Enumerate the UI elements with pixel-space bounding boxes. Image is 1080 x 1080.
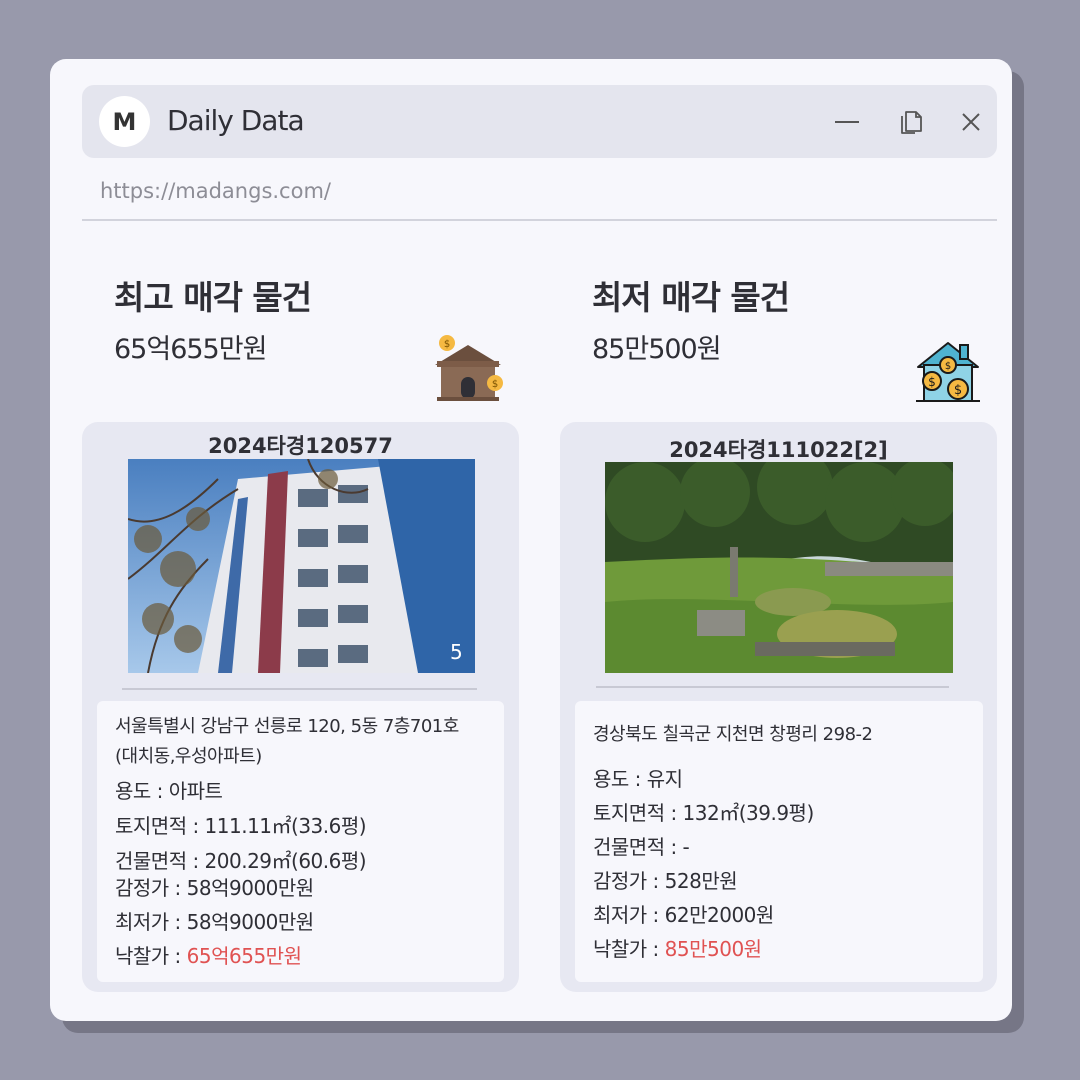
- app-logo: M: [99, 96, 150, 147]
- lowest-property-card[interactable]: 2024타경111022[2] 경상북도 칠곡군 지천면 창평리 298-2 용…: [560, 422, 997, 992]
- case-number: 2024타경120577: [208, 434, 393, 458]
- svg-text:$: $: [928, 375, 936, 389]
- winning-bid-label: 낙찰가 :: [115, 944, 187, 968]
- svg-text:$: $: [492, 379, 498, 390]
- winning-bid-value: 85만500원: [664, 937, 762, 961]
- card-divider: [122, 688, 477, 690]
- address-line-1: 서울특별시 강남구 선릉로 120, 5동 7층701호: [115, 716, 459, 737]
- appraisal-text: 감정가 : 528만원: [593, 869, 738, 893]
- minimum-price-text: 최저가 : 62만2000원: [593, 903, 774, 927]
- winning-bid-label: 낙찰가 :: [593, 937, 665, 961]
- winning-bid-value: 65억655만원: [186, 944, 302, 968]
- land-area-text: 토지면적 : 132㎡(39.9평): [593, 801, 814, 825]
- house-coins-icon: $ $: [435, 335, 503, 401]
- app-title: Daily Data: [167, 104, 305, 137]
- close-icon: [962, 113, 980, 131]
- building-area-text: 건물면적 : 200.29㎡(60.6평): [115, 849, 367, 873]
- land-area-text: 토지면적 : 111.11㎡(33.6평): [115, 814, 367, 838]
- lowest-amount: 85만500원: [592, 334, 722, 365]
- case-number: 2024타경111022[2]: [669, 438, 888, 462]
- usage-text: 용도 : 아파트: [115, 779, 223, 803]
- svg-text:$: $: [945, 361, 951, 372]
- svg-text:$: $: [954, 383, 962, 398]
- close-button[interactable]: [954, 105, 988, 139]
- property-details: 서울특별시 강남구 선릉로 120, 5동 7층701호 (대치동,우성아파트)…: [97, 701, 504, 982]
- highest-heading: 최고 매각 물건: [114, 278, 312, 317]
- header-divider: [82, 219, 997, 221]
- url-text[interactable]: https://madangs.com/: [100, 179, 331, 203]
- highest-amount: 65억655만원: [114, 334, 267, 365]
- house-coins-icon: $ $ $: [916, 342, 980, 402]
- lowest-heading: 최저 매각 물건: [592, 278, 790, 317]
- card-divider: [596, 686, 949, 688]
- minimize-button[interactable]: [830, 105, 864, 139]
- apartment-photo: 5: [128, 459, 475, 673]
- copy-button[interactable]: [894, 105, 928, 139]
- title-bar: M Daily Data: [82, 85, 997, 158]
- app-window: M Daily Data https://madangs.com/ 최고 매각 …: [50, 59, 1012, 1021]
- building-area-text: 건물면적 : -: [593, 835, 690, 859]
- winning-bid-line: 낙찰가 : 85만500원: [593, 933, 762, 962]
- address-line-1: 경상북도 칠곡군 지천면 창평리 298-2: [593, 724, 873, 745]
- svg-text:5: 5: [450, 640, 463, 664]
- minimum-price-text: 최저가 : 58억9000만원: [115, 910, 314, 934]
- appraisal-text: 감정가 : 58억9000만원: [115, 876, 314, 900]
- address-line-2: (대치동,우성아파트): [115, 746, 262, 767]
- usage-text: 용도 : 유지: [593, 767, 683, 791]
- property-details: 경상북도 칠곡군 지천면 창평리 298-2 용도 : 유지 토지면적 : 13…: [575, 701, 983, 982]
- minimize-icon: [835, 121, 859, 123]
- land-photo: [605, 462, 953, 673]
- copy-icon: [901, 111, 922, 134]
- svg-text:$: $: [444, 339, 450, 350]
- highest-property-card[interactable]: 2024타경120577 5 서울특별시 강남구 선릉로 120, 5동 7층7…: [82, 422, 519, 992]
- winning-bid-line: 낙찰가 : 65억655만원: [115, 940, 302, 969]
